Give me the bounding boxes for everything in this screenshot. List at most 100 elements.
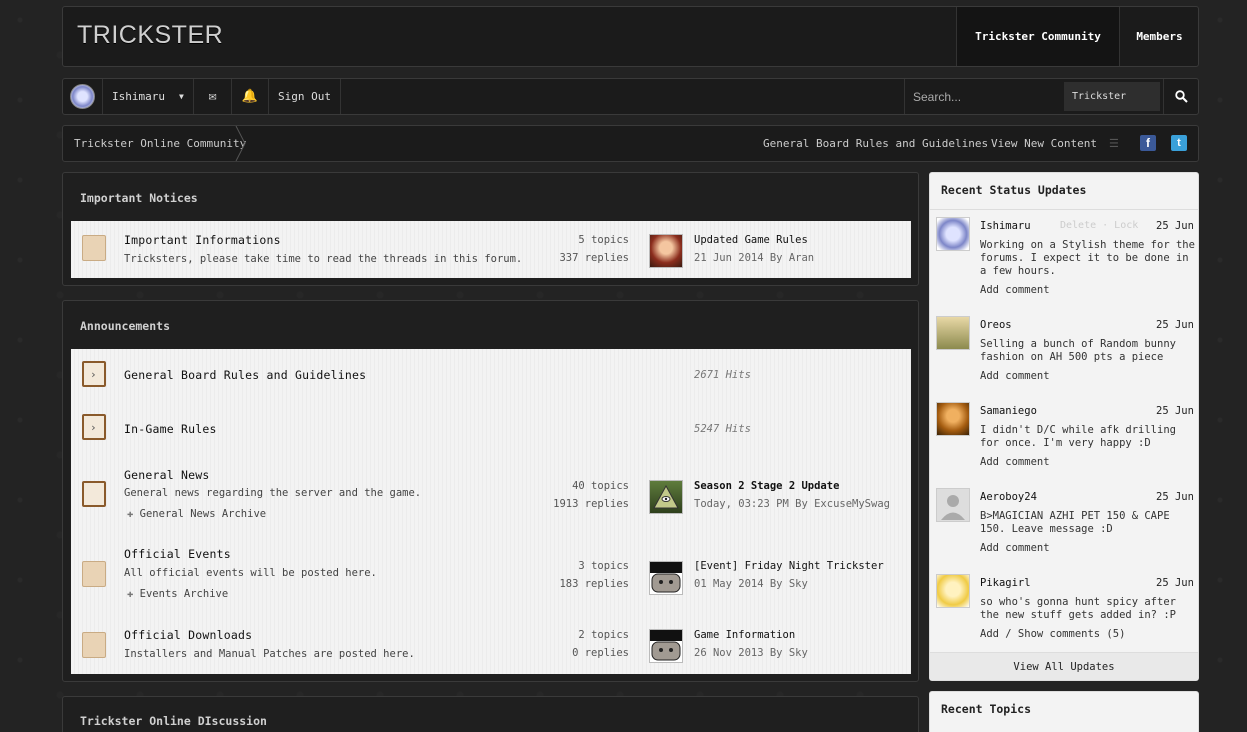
forum-read-icon	[82, 561, 106, 587]
important-notices-panel: Important Notices Important Informations…	[62, 172, 919, 286]
reply-count: 0 replies	[572, 647, 629, 659]
status-avatar[interactable]	[936, 574, 970, 608]
forum-name[interactable]: Official Downloads	[124, 628, 252, 642]
subforum-label: Events Archive	[139, 588, 229, 600]
forum-description: General news regarding the server and th…	[124, 487, 422, 499]
rss-list-icon[interactable]: ☰	[1109, 137, 1123, 150]
announcements-panel: Announcements › General Board Rules and …	[62, 300, 919, 682]
status-date: 25 Jun	[1156, 220, 1194, 232]
status-user[interactable]: Ishimaru	[980, 220, 1031, 232]
forum-unread-icon	[82, 481, 106, 507]
search-input[interactable]: Search...	[904, 79, 1062, 114]
redirect-forum-icon: ›	[82, 414, 106, 440]
view-new-content-link[interactable]: View New Content	[991, 137, 1097, 150]
category-title[interactable]: Trickster Online DIscussion	[80, 714, 267, 728]
last-poster-avatar[interactable]	[649, 480, 683, 514]
discussion-panel: Trickster Online DIscussion	[62, 696, 919, 732]
status-date: 25 Jun	[1156, 319, 1194, 331]
chevron-down-icon: ▼	[178, 92, 184, 101]
status-avatar[interactable]	[936, 217, 970, 251]
rules-link[interactable]: General Board Rules and Guidelines	[763, 137, 988, 150]
add-comment-link[interactable]: Add comment	[980, 456, 1050, 468]
twitter-icon[interactable]: t	[1171, 135, 1187, 151]
subforum-link[interactable]: ✚ General News Archive	[127, 508, 266, 520]
search-icon	[1175, 90, 1188, 103]
forum-name[interactable]: General News	[124, 468, 209, 482]
category-title[interactable]: Important Notices	[80, 191, 198, 205]
user-menu[interactable]: Ishimaru ▼	[103, 79, 194, 114]
status-moderation-links[interactable]: Delete · Lock	[1060, 220, 1138, 231]
last-post-meta: Today, 03:23 PM By ExcuseMySwag	[694, 498, 890, 510]
subforum-link[interactable]: ✚ Events Archive	[127, 588, 228, 600]
show-comments-link[interactable]: Add / Show comments (5)	[980, 628, 1125, 640]
last-post-title[interactable]: Game Information	[694, 629, 795, 641]
status-date: 25 Jun	[1156, 491, 1194, 503]
forum-description: Installers and Manual Patches are posted…	[124, 648, 415, 660]
status-text: B>MAGICIAN AZHI PET 150 & CAPE 150. Leav…	[980, 510, 1170, 535]
category-title[interactable]: Announcements	[80, 319, 170, 333]
forum-read-icon	[82, 632, 106, 658]
last-post-meta: 26 Nov 2013 By Sky	[694, 647, 808, 659]
forum-name[interactable]: Official Events	[124, 547, 231, 561]
status-avatar[interactable]	[936, 488, 970, 522]
default-user-icon	[941, 495, 965, 520]
status-user[interactable]: Pikagirl	[980, 577, 1031, 589]
forum-list: › General Board Rules and Guidelines 267…	[71, 349, 911, 674]
site-logo[interactable]: TRICKSTER	[77, 21, 223, 50]
redirect-hits: 5247 Hits	[694, 423, 751, 435]
status-avatar[interactable]	[936, 402, 970, 436]
status-user[interactable]: Oreos	[980, 319, 1012, 331]
status-date: 25 Jun	[1156, 577, 1194, 589]
reply-count: 183 replies	[559, 578, 629, 590]
view-all-updates-button[interactable]: View All Updates	[930, 652, 1198, 680]
forum-row: › General Board Rules and Guidelines 267…	[71, 349, 911, 402]
plus-icon: ✚	[127, 588, 134, 600]
status-user[interactable]: Aeroboy24	[980, 491, 1037, 503]
breadcrumb-separator-icon	[235, 126, 246, 161]
last-poster-avatar[interactable]	[649, 234, 683, 268]
bell-icon[interactable]: 🔔	[232, 79, 269, 114]
sign-out-link[interactable]: Sign Out	[269, 79, 341, 114]
forum-row: › In-Game Rules 5247 Hits	[71, 402, 911, 455]
tab-members[interactable]: Members	[1119, 7, 1199, 66]
add-comment-link[interactable]: Add comment	[980, 542, 1050, 554]
search-button[interactable]	[1163, 79, 1199, 114]
sidebar-title: Recent Topics	[941, 702, 1032, 716]
breadcrumb-home[interactable]: Trickster Online Community	[74, 137, 246, 150]
status-text: so who's gonna hunt spicy after the new …	[980, 596, 1176, 621]
user-navbar: Ishimaru ▼ ✉ 🔔 Sign Out Search... Tricks…	[62, 78, 1199, 115]
forum-row: Official Events All official events will…	[71, 535, 911, 615]
subforum-label: General News Archive	[139, 508, 267, 520]
forum-name[interactable]: General Board Rules and Guidelines	[124, 368, 366, 382]
status-text: Working on a Stylish theme for the forum…	[980, 239, 1195, 277]
search-scope-select[interactable]: Trickster	[1064, 82, 1160, 111]
last-poster-avatar[interactable]	[649, 561, 683, 595]
topic-count: 2 topics	[578, 629, 629, 641]
status-text: I didn't D/C while afk drilling for once…	[980, 424, 1176, 449]
forum-read-icon	[82, 235, 106, 261]
add-comment-link[interactable]: Add comment	[980, 370, 1050, 382]
mail-icon[interactable]: ✉	[194, 79, 232, 114]
forum-name[interactable]: Important Informations	[124, 233, 281, 247]
last-post-title[interactable]: Updated Game Rules	[694, 234, 808, 246]
facebook-icon[interactable]: f	[1140, 135, 1156, 151]
last-post-meta: 01 May 2014 By Sky	[694, 578, 808, 590]
forum-row: General News General news regarding the …	[71, 455, 911, 535]
status-text: Selling a bunch of Random bunny fashion …	[980, 338, 1176, 363]
forum-name[interactable]: In-Game Rules	[124, 422, 217, 436]
topic-count: 5 topics	[578, 234, 629, 246]
status-user[interactable]: Samaniego	[980, 405, 1037, 417]
status-avatar[interactable]	[936, 316, 970, 350]
forum-description: Tricksters, please take time to read the…	[124, 253, 523, 265]
tab-trickster-community[interactable]: Trickster Community	[956, 7, 1119, 66]
topic-count: 40 topics	[572, 480, 629, 492]
username-label: Ishimaru	[112, 90, 165, 103]
last-poster-avatar[interactable]	[649, 629, 683, 663]
last-post-title[interactable]: Season 2 Stage 2 Update	[694, 480, 839, 492]
redirect-hits: 2671 Hits	[694, 369, 751, 381]
last-post-meta: 21 Jun 2014 By Aran	[694, 252, 815, 264]
last-post-title[interactable]: [Event] Friday Night Trickster	[694, 560, 884, 572]
reply-count: 337 replies	[559, 252, 629, 264]
add-comment-link[interactable]: Add comment	[980, 284, 1050, 296]
user-avatar[interactable]	[63, 79, 103, 114]
